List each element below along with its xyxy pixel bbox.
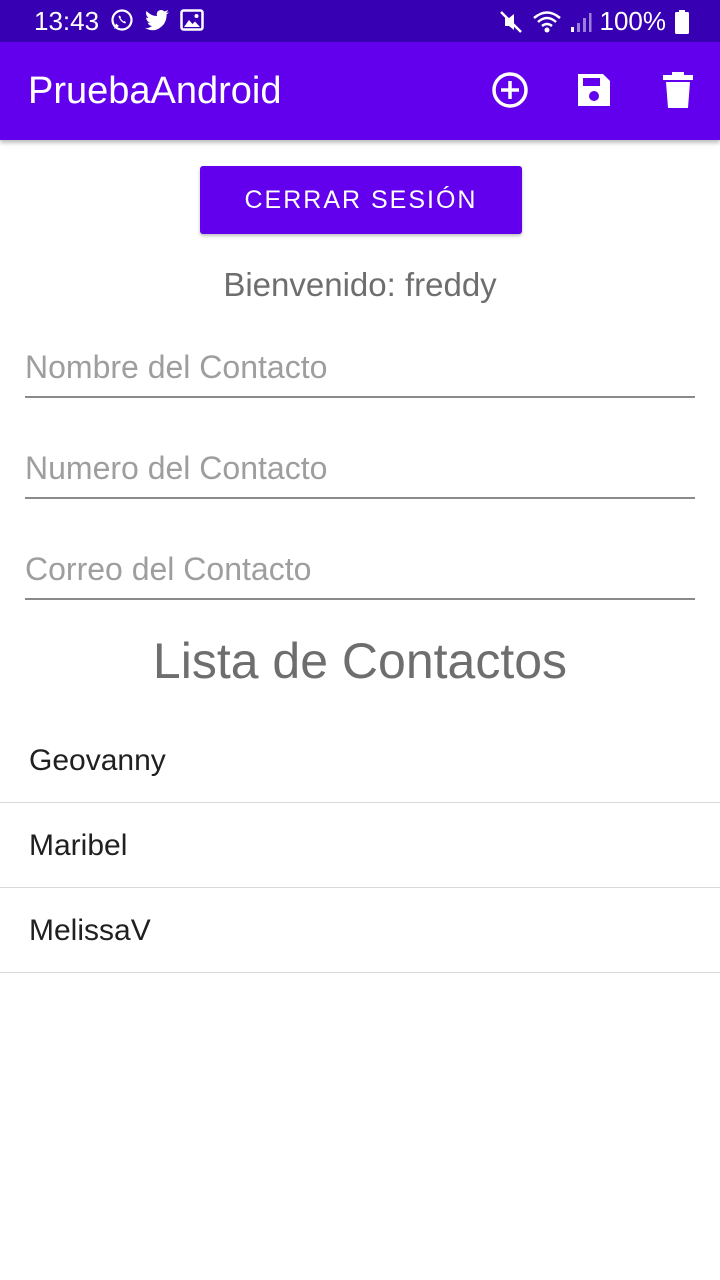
contact-number-input[interactable] [25, 445, 695, 499]
welcome-message: Bienvenido: freddy [0, 266, 720, 304]
save-icon[interactable] [574, 70, 614, 110]
contact-list-item[interactable]: Geovanny [0, 718, 720, 803]
notification-icons [110, 8, 204, 32]
signal-icon [570, 12, 591, 32]
contact-name-input[interactable] [25, 344, 695, 398]
status-bar: 13:43 100% [0, 0, 720, 42]
app-title: PruebaAndroid [28, 70, 282, 112]
add-circle-icon[interactable] [490, 70, 530, 110]
wifi-icon [532, 10, 561, 32]
status-time: 13:43 [34, 6, 100, 36]
whatsapp-icon [111, 9, 133, 31]
gallery-icon [180, 9, 204, 31]
app-bar: PruebaAndroid [0, 42, 720, 140]
status-right: 100% [498, 6, 691, 37]
delete-icon[interactable] [658, 70, 698, 110]
contacts-list: Geovanny Maribel MelissaV [0, 718, 720, 973]
twitter-icon [145, 9, 169, 31]
battery-level: 100% [599, 6, 667, 36]
contact-list-item[interactable]: MelissaV [0, 888, 720, 973]
mute-icon [499, 10, 522, 33]
contact-email-input[interactable] [25, 546, 695, 600]
battery-icon [675, 9, 689, 34]
contacts-list-title: Lista de Contactos [152, 633, 568, 689]
logout-button[interactable]: CERRAR SESIÓN [200, 166, 522, 234]
welcome-username: freddy [404, 266, 497, 303]
welcome-label: Bienvenido: [223, 266, 396, 303]
contact-list-item[interactable]: Maribel [0, 803, 720, 888]
